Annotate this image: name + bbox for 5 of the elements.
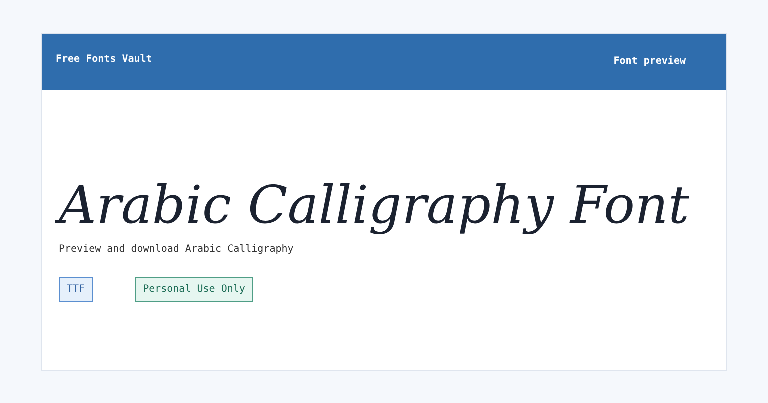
font-preview-link[interactable]: Font preview [614, 54, 686, 69]
site-name[interactable]: Free Fonts Vault [56, 52, 152, 67]
license-tag: Personal Use Only [135, 277, 254, 302]
format-tag: TTF [59, 277, 94, 302]
font-description: Preview and download Arabic Calligraphy [59, 243, 295, 257]
